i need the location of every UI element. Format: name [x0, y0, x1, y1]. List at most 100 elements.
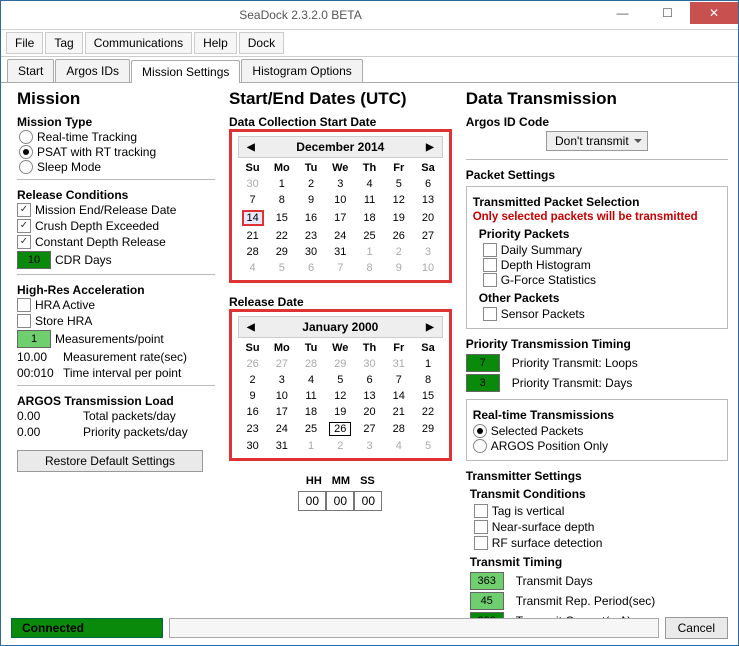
mission-heading: Mission	[17, 89, 215, 109]
radio-realtime-tracking-label: Real-time Tracking	[37, 130, 137, 144]
argos-id-code-label: Argos ID Code	[466, 115, 728, 129]
dates-heading: Start/End Dates (UTC)	[229, 89, 452, 109]
tab-mission-settings[interactable]: Mission Settings	[131, 60, 240, 83]
argos-load-label: ARGOS Transmission Load	[17, 394, 215, 408]
tab-histogram-options[interactable]: Histogram Options	[241, 59, 362, 82]
check-tag-vertical[interactable]	[474, 504, 488, 518]
radio-selected-packets[interactable]	[473, 424, 487, 438]
priority-loops-label: Priority Transmit: Loops	[512, 356, 638, 370]
transmit-rep-input[interactable]: 45	[470, 592, 504, 610]
check-hra-active[interactable]	[17, 298, 31, 312]
check-crush-depth-label: Crush Depth Exceeded	[35, 219, 159, 233]
release-date-calendar: ◀ January 2000 ▶ SuMoTuWeThFrSa 2627282930…	[229, 309, 452, 461]
window-title: SeaDock 2.3.2.0 BETA	[1, 8, 600, 22]
transmitted-packet-warning: Only selected packets will be transmitte…	[473, 211, 721, 223]
status-connected: Connected	[11, 618, 163, 638]
cal1-next-button[interactable]: ▶	[426, 142, 434, 153]
cal2-next-button[interactable]: ▶	[426, 322, 434, 333]
cal1-title: December 2014	[296, 140, 384, 154]
transmit-days-input[interactable]: 363	[470, 572, 504, 590]
hra-label: High-Res Acceleration	[17, 283, 215, 297]
tag-vertical-label: Tag is vertical	[492, 504, 565, 518]
sensor-packets-label: Sensor Packets	[501, 307, 585, 321]
menu-tag[interactable]: Tag	[45, 32, 82, 54]
close-button[interactable]: ✕	[690, 2, 738, 24]
cdr-days-label: CDR Days	[55, 253, 112, 267]
transmit-days-label: Transmit Days	[516, 574, 593, 588]
cal1-grid[interactable]: SuMoTuWeThFrSa 30123456 78910111213 1415…	[238, 160, 443, 276]
hour-input[interactable]: 00	[298, 491, 326, 511]
maximize-button[interactable]: ☐	[645, 2, 690, 24]
release-date-label: Release Date	[229, 295, 452, 309]
second-input[interactable]: 00	[354, 491, 382, 511]
radio-argos-position[interactable]	[473, 439, 487, 453]
cal2-selected-day[interactable]: 26	[329, 422, 351, 436]
cal1-selected-day[interactable]: 14	[242, 210, 264, 226]
radio-psat-label: PSAT with RT tracking	[37, 145, 156, 159]
check-daily-summary[interactable]	[483, 243, 497, 257]
radio-sleep-mode-label: Sleep Mode	[37, 160, 101, 174]
time-interval-label: Time interval per point	[63, 366, 181, 380]
transmit-conditions-label: Transmit Conditions	[470, 487, 728, 501]
check-near-surface[interactable]	[474, 520, 488, 534]
tab-strip: Start Argos IDs Mission Settings Histogr…	[1, 57, 738, 83]
argos-id-code-select[interactable]: Don't transmit	[546, 131, 648, 151]
check-constant-depth[interactable]	[17, 235, 31, 249]
start-date-calendar: ◀ December 2014 ▶ SuMoTuWeThFrSa 30123456 …	[229, 129, 452, 283]
release-conditions-label: Release Conditions	[17, 188, 215, 202]
menu-dock[interactable]: Dock	[239, 32, 284, 54]
selected-packets-label: Selected Packets	[491, 424, 584, 438]
realtime-transmissions-label: Real-time Transmissions	[473, 408, 721, 422]
cdr-days-input[interactable]: 10	[17, 251, 51, 269]
hh-label: HH	[306, 475, 322, 487]
check-store-hra[interactable]	[17, 314, 31, 328]
cal2-title: January 2000	[302, 320, 378, 334]
measurement-rate-value: 10.00	[17, 350, 59, 364]
measurements-point-label: Measurements/point	[55, 332, 164, 346]
start-date-label: Data Collection Start Date	[229, 115, 452, 129]
other-packets-label: Other Packets	[479, 291, 721, 305]
packet-settings-label: Packet Settings	[466, 168, 728, 182]
cal1-prev-button[interactable]: ◀	[247, 142, 255, 153]
argos-position-label: ARGOS Position Only	[491, 439, 608, 453]
total-packets-label: Total packets/day	[83, 409, 176, 423]
menu-file[interactable]: File	[6, 32, 43, 54]
check-sensor-packets[interactable]	[483, 307, 497, 321]
minute-input[interactable]: 00	[326, 491, 354, 511]
mm-label: MM	[332, 475, 350, 487]
menu-bar: File Tag Communications Help Dock	[1, 30, 738, 57]
priority-days-label: Priority Transmit: Days	[512, 376, 633, 390]
check-depth-histogram[interactable]	[483, 258, 497, 272]
rf-surface-label: RF surface detection	[492, 536, 603, 550]
radio-psat[interactable]	[19, 145, 33, 159]
cancel-button[interactable]: Cancel	[665, 617, 728, 639]
restore-defaults-button[interactable]: Restore Default Settings	[17, 450, 203, 472]
depth-histogram-label: Depth Histogram	[501, 258, 591, 272]
transmitted-packet-selection-label: Transmitted Packet Selection	[473, 195, 721, 209]
tab-start[interactable]: Start	[7, 59, 54, 82]
radio-realtime-tracking[interactable]	[19, 130, 33, 144]
priority-packets-label: Priority Packets	[479, 227, 721, 241]
menu-help[interactable]: Help	[194, 32, 237, 54]
check-mission-end[interactable]	[17, 203, 31, 217]
check-crush-depth[interactable]	[17, 219, 31, 233]
check-constant-depth-label: Constant Depth Release	[35, 235, 166, 249]
check-rf-surface[interactable]	[474, 536, 488, 550]
cal2-prev-button[interactable]: ◀	[247, 322, 255, 333]
menu-communications[interactable]: Communications	[85, 32, 192, 54]
cal2-grid[interactable]: SuMoTuWeThFrSa 2627282930311 2345678 910…	[238, 340, 443, 454]
minimize-button[interactable]: —	[600, 2, 645, 24]
data-transmission-heading: Data Transmission	[466, 89, 728, 109]
check-gforce[interactable]	[483, 273, 497, 287]
tab-argos-ids[interactable]: Argos IDs	[55, 59, 130, 82]
measurements-point-input[interactable]: 1	[17, 330, 51, 348]
check-hra-active-label: HRA Active	[35, 298, 95, 312]
priority-packets-label: Priority packets/day	[83, 425, 188, 439]
transmit-rep-label: Transmit Rep. Period(sec)	[516, 594, 656, 608]
time-interval-value: 00:010	[17, 366, 59, 380]
priority-loops-input[interactable]: 7	[466, 354, 500, 372]
radio-sleep-mode[interactable]	[19, 160, 33, 174]
priority-packets-value: 0.00	[17, 425, 59, 439]
daily-summary-label: Daily Summary	[501, 243, 582, 257]
priority-days-input[interactable]: 3	[466, 374, 500, 392]
